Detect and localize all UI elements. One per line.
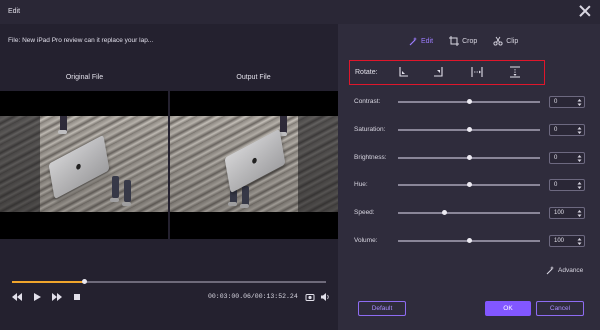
speed-slider[interactable] <box>398 210 540 215</box>
progress-fill <box>12 281 85 283</box>
hue-slider[interactable] <box>398 182 540 187</box>
flip-horizontal-icon[interactable] <box>470 65 484 79</box>
rotate-label: Rotate: <box>355 69 378 76</box>
playback-progress[interactable] <box>12 279 326 284</box>
original-file-label: Original File <box>65 74 104 81</box>
speed-slider-thumb[interactable] <box>442 210 448 215</box>
scissors-icon <box>493 36 503 46</box>
saturation-slider-thumb[interactable] <box>466 127 472 132</box>
contrast-slider-thumb[interactable] <box>466 99 472 104</box>
snapshot-icon[interactable] <box>305 292 315 302</box>
contrast-slider[interactable] <box>398 99 540 104</box>
speed-row: Speed: 100 <box>338 207 600 219</box>
stepper-arrows-icon[interactable] <box>577 98 582 107</box>
window-title: Edit <box>8 8 21 15</box>
volume-slider[interactable] <box>398 238 540 243</box>
output-video-frame <box>170 116 338 212</box>
stepper-arrows-icon[interactable] <box>577 181 582 190</box>
hue-stepper[interactable]: 0 <box>549 179 585 191</box>
stepper-arrows-icon[interactable] <box>577 154 582 163</box>
contrast-row: Contrast: 0 <box>338 96 600 108</box>
volume-stepper[interactable]: 100 <box>549 235 585 247</box>
crop-icon <box>449 36 460 46</box>
speed-label: Speed: <box>354 209 375 216</box>
tab-edit-label: Edit <box>421 37 434 45</box>
stepper-arrows-icon[interactable] <box>577 209 582 218</box>
tab-clip[interactable]: Clip <box>493 36 518 46</box>
tab-edit[interactable]: Edit <box>408 36 433 46</box>
brightness-row: Brightness: 0 <box>338 152 600 164</box>
brightness-label: Brightness: <box>354 154 387 161</box>
default-button[interactable]: Default <box>358 301 406 316</box>
flip-vertical-icon[interactable] <box>508 65 522 79</box>
volume-row: Volume: 100 <box>338 235 600 247</box>
ok-button[interactable]: OK <box>485 301 531 316</box>
speed-value: 100 <box>554 210 565 216</box>
edit-tabs: Edit Crop Clip <box>408 36 518 46</box>
hue-value: 0 <box>554 182 558 188</box>
brightness-stepper[interactable]: 0 <box>549 152 585 164</box>
preview-panel: File: New iPad Pro review can it replace… <box>0 24 338 330</box>
stop-icon[interactable] <box>72 292 82 302</box>
cancel-button[interactable]: Cancel <box>536 301 584 316</box>
volume-slider-thumb[interactable] <box>466 238 472 243</box>
close-icon[interactable] <box>578 4 592 18</box>
transport-controls <box>12 292 82 302</box>
output-file-label: Output File <box>236 74 271 81</box>
advance-link[interactable]: Advance <box>545 265 583 275</box>
hue-slider-thumb[interactable] <box>466 182 472 187</box>
contrast-value: 0 <box>554 99 558 105</box>
brightness-slider[interactable] <box>398 155 540 160</box>
saturation-stepper[interactable]: 0 <box>549 124 585 136</box>
tab-crop-label: Crop <box>462 37 478 45</box>
timecode: 00:03:00.06/00:13:52.24 <box>208 293 298 300</box>
volume-icon[interactable] <box>320 292 330 302</box>
magic-wand-icon <box>546 266 555 275</box>
brightness-value: 0 <box>554 155 558 161</box>
original-video <box>0 91 168 239</box>
brightness-slider-thumb[interactable] <box>466 155 472 160</box>
play-icon[interactable] <box>32 292 42 302</box>
contrast-label: Contrast: <box>354 98 381 105</box>
file-name: File: New iPad Pro review can it replace… <box>8 37 154 44</box>
speed-stepper[interactable]: 100 <box>549 207 585 219</box>
output-video <box>170 91 338 239</box>
tab-crop[interactable]: Crop <box>449 36 477 46</box>
contrast-stepper[interactable]: 0 <box>549 96 585 108</box>
original-video-frame <box>0 116 168 212</box>
magic-wand-icon <box>409 37 418 46</box>
advance-label: Advance <box>558 266 584 274</box>
hue-label: Hue: <box>354 181 368 188</box>
rewind-icon[interactable] <box>12 292 22 302</box>
edit-panel: Edit Crop Clip Rotate: Contrast: 0 Saturat… <box>338 24 600 330</box>
saturation-slider[interactable] <box>398 127 540 132</box>
stepper-arrows-icon[interactable] <box>577 126 582 135</box>
volume-label: Volume: <box>354 237 378 244</box>
hue-row: Hue: 0 <box>338 179 600 191</box>
title-bar: Edit <box>0 0 600 24</box>
saturation-row: Saturation: 0 <box>338 124 600 136</box>
rotate-counterclockwise-icon[interactable] <box>432 65 446 79</box>
fast-forward-icon[interactable] <box>52 292 62 302</box>
saturation-label: Saturation: <box>354 126 386 133</box>
tab-clip-label: Clip <box>506 37 519 45</box>
rotate-group: Rotate: <box>349 60 545 85</box>
progress-handle[interactable] <box>81 279 87 284</box>
stepper-arrows-icon[interactable] <box>577 237 582 246</box>
saturation-value: 0 <box>554 127 558 133</box>
volume-value: 100 <box>554 238 565 244</box>
rotate-clockwise-icon[interactable] <box>396 65 410 79</box>
